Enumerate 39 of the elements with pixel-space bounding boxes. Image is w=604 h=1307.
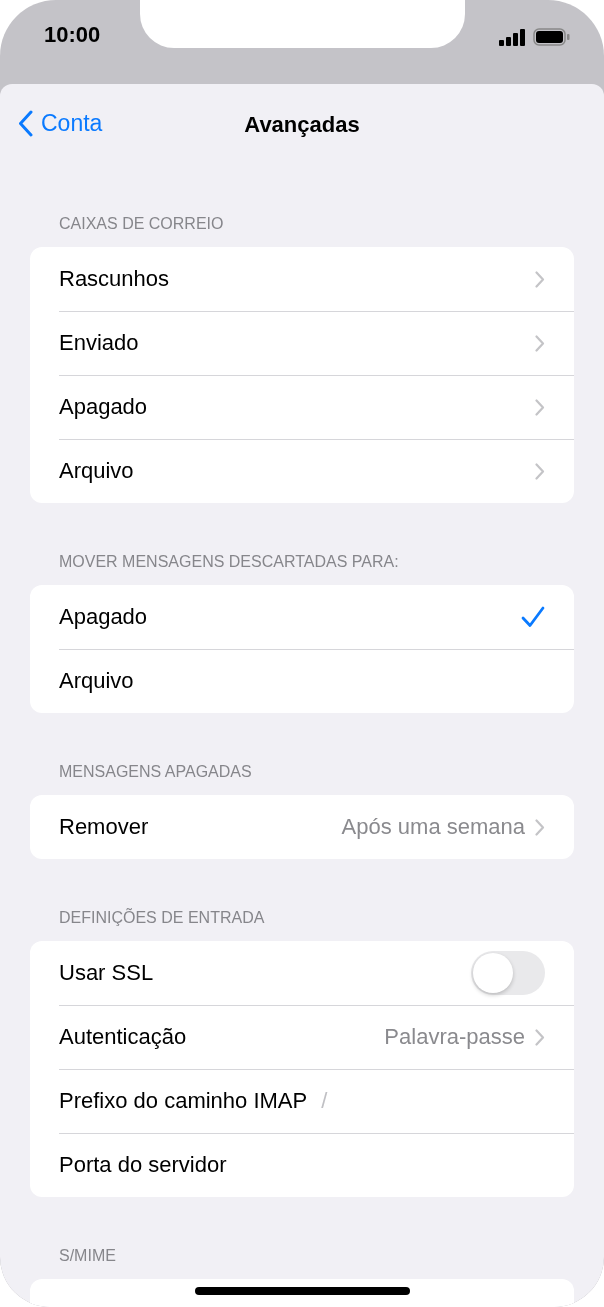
row-label: Prefixo do caminho IMAP — [59, 1088, 308, 1114]
row-label: Arquivo — [59, 668, 134, 694]
list-row[interactable]: Apagado — [30, 585, 574, 649]
list-row[interactable]: Enviado — [30, 311, 574, 375]
chevron-icon — [535, 270, 545, 288]
back-button[interactable]: Conta — [18, 110, 103, 137]
row-value: Após uma semana — [341, 814, 525, 840]
row-value: Palavra-passe — [384, 1024, 525, 1050]
list-row[interactable]: Arquivo — [30, 439, 574, 503]
row-label: Porta do servidor — [59, 1152, 227, 1178]
chevron-icon — [535, 462, 545, 480]
section-header: MENSAGENS APAGADAS — [59, 763, 252, 780]
list-row[interactable]: Remover Após uma semana — [30, 795, 574, 859]
chevron-icon — [535, 1028, 545, 1046]
toggle-switch[interactable] — [471, 951, 545, 995]
chevron-icon — [535, 334, 545, 352]
list-row[interactable]: Apagado — [30, 375, 574, 439]
section-header: MOVER MENSAGENS DESCARTADAS PARA: — [59, 553, 399, 570]
row-label: Rascunhos — [59, 266, 170, 292]
row-label: Arquivo — [59, 458, 134, 484]
row-label: Remover — [59, 814, 149, 840]
row-label: Autenticação — [59, 1024, 187, 1050]
section-header: DEFINIÇÕES DE ENTRADA — [59, 909, 265, 926]
list-row[interactable]: Rascunhos — [30, 247, 574, 311]
chevron-icon — [535, 818, 545, 836]
row-label: Enviado — [59, 330, 139, 356]
row-label: Usar SSL — [59, 960, 154, 986]
section-header: CAIXAS DE CORREIO — [59, 215, 224, 232]
row-label: Apagado — [59, 604, 148, 630]
back-chevron-icon — [18, 110, 33, 137]
list-row[interactable]: Autenticação Palavra-passe — [30, 1005, 574, 1069]
section-header: S/MIME — [59, 1247, 116, 1264]
row-label: Apagado — [59, 394, 148, 420]
signal-icon — [499, 28, 526, 46]
chevron-icon — [535, 398, 545, 416]
screen-title: Avançadas — [244, 111, 360, 138]
list-row[interactable]: Arquivo — [30, 649, 574, 713]
status-time: 10:00 — [44, 22, 101, 48]
battery-icon — [533, 28, 570, 46]
